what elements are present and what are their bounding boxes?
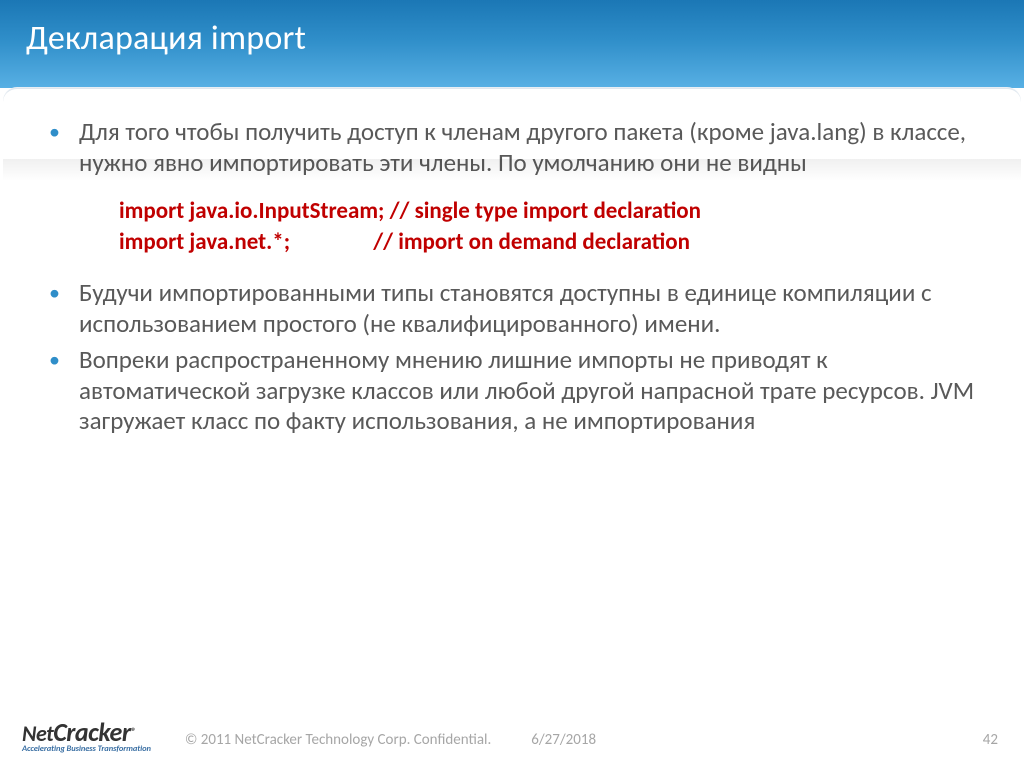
- copyright-text: © 2011 NetCracker Technology Corp. Confi…: [185, 731, 491, 749]
- logo-tagline: Accelerating Business Transformation: [22, 745, 151, 754]
- page-number: 42: [983, 731, 998, 749]
- code-block: import java.io.InputStream; // single ty…: [119, 196, 975, 258]
- bullet-list: • Для того чтобы получить доступ к члена…: [49, 117, 975, 178]
- logo: NetCracker® Accelerating Business Transf…: [22, 719, 151, 754]
- bullet-icon: •: [49, 117, 79, 178]
- slide-title: Декларация import: [26, 18, 1024, 59]
- logo-text-cracker: Cracker: [53, 716, 130, 748]
- bullet-item: • Для того чтобы получить доступ к члена…: [49, 117, 975, 178]
- slide-footer: NetCracker® Accelerating Business Transf…: [0, 711, 1024, 767]
- bullet-item: • Вопреки распространенному мнению лишни…: [49, 345, 975, 437]
- bullet-text: Будучи импортированными типы становятся …: [79, 278, 975, 339]
- slide-body: • Для того чтобы получить доступ к члена…: [3, 88, 1021, 703]
- bullet-text: Вопреки распространенному мнению лишние …: [79, 345, 975, 437]
- code-line: import java.io.InputStream; // single ty…: [119, 196, 975, 227]
- logo-text-net: Net: [22, 720, 53, 747]
- bullet-list: • Будучи импортированными типы становятс…: [49, 278, 975, 437]
- code-line: import java.net.*; // import on demand d…: [119, 227, 975, 258]
- bullet-icon: •: [49, 345, 79, 437]
- slide: Декларация import • Для того чтобы получ…: [0, 0, 1024, 767]
- date-text: 6/27/2018: [531, 731, 596, 749]
- logo-registered-icon: ®: [130, 725, 135, 738]
- slide-header: Декларация import: [0, 0, 1024, 88]
- bullet-item: • Будучи импортированными типы становятс…: [49, 278, 975, 339]
- bullet-icon: •: [49, 278, 79, 339]
- logo-main: NetCracker®: [22, 719, 151, 745]
- bullet-text: Для того чтобы получить доступ к членам …: [79, 117, 975, 178]
